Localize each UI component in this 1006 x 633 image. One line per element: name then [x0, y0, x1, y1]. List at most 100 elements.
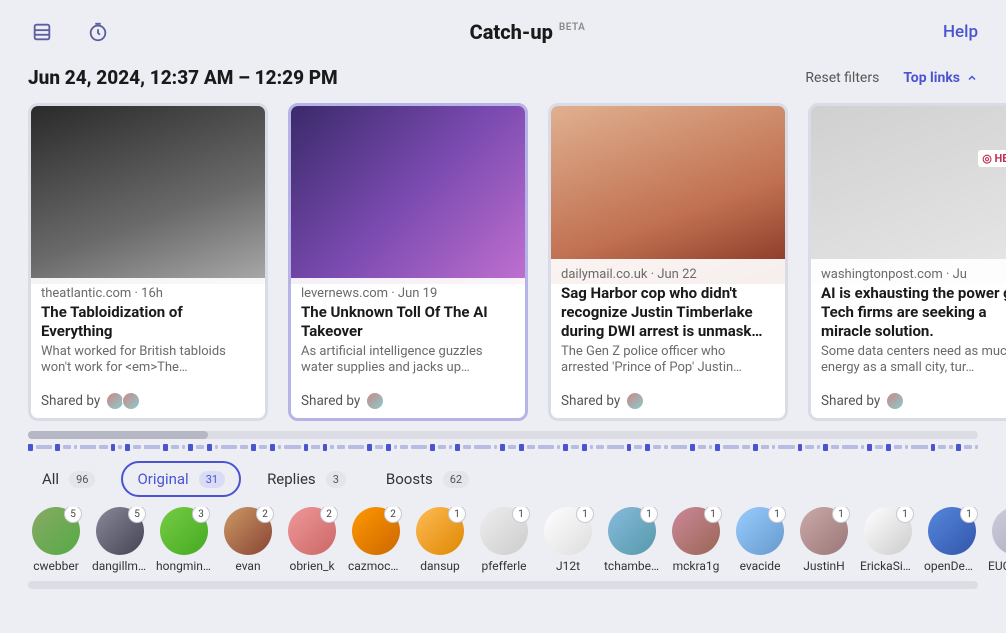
filter-pill-boosts[interactable]: Boosts62	[372, 463, 483, 495]
timeline-tick[interactable]	[259, 445, 267, 449]
cards-scrollbar[interactable]	[28, 431, 978, 439]
user-filter[interactable]: 2cazmockett	[348, 507, 404, 573]
timeline-tick[interactable]	[207, 444, 212, 451]
timeline-tick[interactable]	[538, 445, 554, 449]
timeline-tick[interactable]	[133, 445, 141, 449]
user-filter[interactable]: 1pfefferle	[476, 507, 532, 573]
user-filter[interactable]: 5cwebber	[28, 507, 84, 573]
timeline-tick[interactable]	[438, 445, 446, 449]
timeline-tick[interactable]	[582, 444, 587, 451]
user-filter[interactable]: 1mckra1g	[668, 507, 724, 573]
timeline-tick[interactable]	[964, 445, 972, 449]
timeline-tick[interactable]	[607, 445, 623, 449]
timeline-tick[interactable]	[337, 445, 345, 449]
timeline-tick[interactable]	[508, 445, 516, 449]
timeline-tick[interactable]	[519, 444, 524, 451]
timeline-tick[interactable]	[400, 445, 408, 449]
timeline-tick[interactable]	[823, 444, 828, 451]
timeline-tick[interactable]	[798, 444, 803, 451]
link-card[interactable]: washingtonpost.com · JuAI is exhausting …	[808, 103, 1006, 421]
timeline-tick[interactable]	[715, 444, 720, 451]
timeline-tick[interactable]	[394, 445, 397, 449]
timeline-tick[interactable]	[875, 445, 883, 449]
timeline-tick[interactable]	[323, 444, 328, 451]
timeline-tick[interactable]	[196, 445, 204, 449]
timeline-tick[interactable]	[805, 445, 813, 449]
user-filter[interactable]: 3hongminhee	[156, 507, 212, 573]
timeline-tick[interactable]	[698, 445, 706, 449]
sharer-avatar[interactable]	[886, 392, 904, 410]
timeline-tick[interactable]	[886, 444, 891, 451]
timeline-tick[interactable]	[463, 445, 471, 449]
timeline-tick[interactable]	[118, 445, 121, 449]
timeline-tick[interactable]	[761, 445, 769, 449]
timeline-tick[interactable]	[563, 444, 568, 451]
user-filter[interactable]: 1evacide	[732, 507, 788, 573]
timeline-tick[interactable]	[842, 445, 858, 449]
timeline-tick[interactable]	[449, 445, 452, 449]
users-row[interactable]: 5cwebber5dangillmor3hongminhee2evan2obri…	[0, 507, 1006, 573]
top-links-toggle[interactable]: Top links	[903, 70, 978, 86]
timeline-tick[interactable]	[571, 445, 579, 449]
timeline-tick[interactable]	[251, 444, 256, 451]
user-filter[interactable]: 1openDemocracy	[924, 507, 980, 573]
timeline-tick[interactable]	[430, 444, 435, 451]
timeline-tick[interactable]	[723, 445, 739, 449]
timeline-tick[interactable]	[411, 445, 427, 449]
user-filter[interactable]: 5dangillmor	[92, 507, 148, 573]
timeline-tick[interactable]	[671, 445, 687, 449]
filter-pill-all[interactable]: All96	[28, 463, 109, 495]
clock-icon[interactable]	[84, 18, 112, 46]
timeline-tick[interactable]	[240, 445, 248, 449]
timeline-tick[interactable]	[304, 444, 309, 451]
timeline-tick[interactable]	[634, 445, 642, 449]
timeline-tick[interactable]	[163, 444, 168, 451]
timeline-tick[interactable]	[455, 444, 460, 451]
users-scrollbar[interactable]	[28, 581, 978, 589]
link-card[interactable]: levernews.com · Jun 19The Unknown Toll O…	[288, 103, 528, 421]
timeline-tick[interactable]	[182, 445, 185, 449]
timeline-tick[interactable]	[831, 445, 839, 449]
feed-icon[interactable]	[28, 18, 56, 46]
timeline-tick[interactable]	[753, 444, 758, 451]
sharer-avatar[interactable]	[122, 392, 140, 410]
timeline-tick[interactable]	[709, 445, 712, 449]
timeline-tick[interactable]	[949, 445, 952, 449]
top-links-cards[interactable]: theatlantic.com · 16hThe Tabloidization …	[0, 103, 1006, 421]
timeline-tick[interactable]	[911, 445, 927, 449]
timeline-tick[interactable]	[778, 445, 794, 449]
timeline-tick[interactable]	[278, 445, 281, 449]
timeline-tick[interactable]	[28, 444, 33, 451]
timeline-tick[interactable]	[55, 444, 60, 451]
user-filter[interactable]: 1EUCommission	[988, 507, 1006, 573]
timeline-tick[interactable]	[284, 445, 300, 449]
user-filter[interactable]: 1dansup	[412, 507, 468, 573]
timeline-tick[interactable]	[653, 445, 661, 449]
timeline-tick[interactable]	[772, 445, 775, 449]
timeline-tick[interactable]	[590, 445, 593, 449]
timeline-tick[interactable]	[596, 445, 604, 449]
timeline-tick[interactable]	[270, 444, 275, 451]
reset-filters-button[interactable]: Reset filters	[805, 70, 879, 86]
link-card[interactable]: dailymail.co.uk · Jun 22Sag Harbor cop w…	[548, 103, 788, 421]
timeline-tick[interactable]	[690, 444, 695, 451]
timeline-tick[interactable]	[500, 444, 505, 451]
timeline-tick[interactable]	[144, 445, 160, 449]
link-card[interactable]: theatlantic.com · 16hThe Tabloidization …	[28, 103, 268, 421]
user-filter[interactable]: 1JustinH	[796, 507, 852, 573]
user-filter[interactable]: 2obrien_k	[284, 507, 340, 573]
timeline-tick[interactable]	[111, 444, 116, 451]
timeline-tick[interactable]	[527, 445, 535, 449]
timeline-tick[interactable]	[36, 445, 52, 449]
timeline-tick[interactable]	[894, 445, 902, 449]
help-link[interactable]: Help	[943, 22, 978, 42]
timeline-tick[interactable]	[905, 445, 908, 449]
timeline-tick[interactable]	[99, 445, 107, 449]
timeline-tick[interactable]	[474, 445, 490, 449]
timeline-tick[interactable]	[125, 444, 130, 451]
user-filter[interactable]: 1tchambers	[604, 507, 660, 573]
timeline-tick[interactable]	[861, 445, 864, 449]
timeline-tick[interactable]	[494, 445, 497, 449]
timeline-tick[interactable]	[664, 445, 667, 449]
timeline-tick[interactable]	[375, 445, 383, 449]
